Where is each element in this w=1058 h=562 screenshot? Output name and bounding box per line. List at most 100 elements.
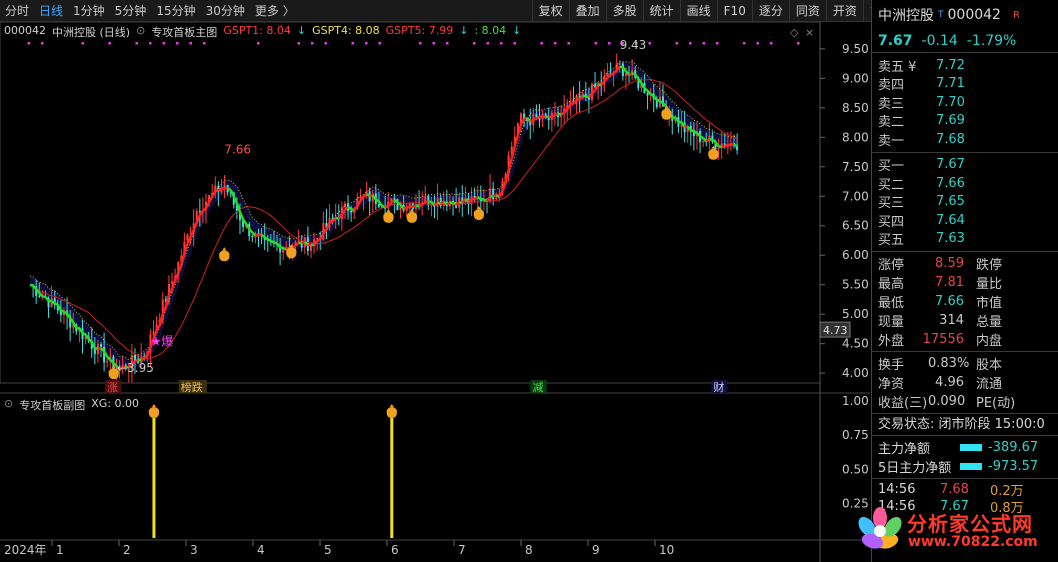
flower-logo-icon	[858, 507, 902, 549]
candle-body	[553, 112, 556, 114]
upper-ma-line	[29, 61, 738, 361]
order-level-label: 买一	[878, 159, 905, 175]
flow-bar	[960, 463, 982, 470]
order-price: 7.67	[936, 157, 965, 173]
stat-row: 外盘 17556 内盘	[872, 330, 1058, 349]
fast-ma-segment	[576, 98, 580, 102]
money-bag-icon	[473, 208, 485, 220]
flow-bar	[960, 444, 982, 451]
x-tick-label: 9	[592, 543, 600, 557]
x-tick-label: 8	[525, 543, 533, 557]
close-icon[interactable]: ×	[805, 26, 814, 39]
toolbar-button[interactable]: F10	[716, 0, 752, 22]
period-tab[interactable]: 分时	[0, 0, 34, 22]
xg-money-bag	[148, 404, 160, 418]
settings-circle-icon[interactable]: ⊙	[136, 24, 145, 40]
fast-ma-segment	[631, 72, 636, 76]
fast-ma-segment	[42, 295, 46, 299]
quote-panel: 中洲控股 T 000042 R 7.67 -0.14 -1.79% 卖五 ¥ 7.…	[871, 0, 1058, 562]
fast-ma-segment	[347, 206, 352, 211]
signal-dot	[446, 42, 449, 45]
candle-body	[535, 113, 538, 118]
period-tab[interactable]: 15分钟	[151, 0, 200, 22]
signal-dot	[149, 42, 152, 45]
period-tab[interactable]: 日线	[34, 0, 68, 22]
sub-indicator-name[interactable]: 专攻首板副图	[19, 397, 85, 413]
order-price: 7.63	[936, 231, 965, 247]
candle-body	[489, 188, 492, 202]
fast-ma-segment	[693, 130, 698, 135]
fast-ma-segment	[455, 201, 460, 205]
stat-value: 4.96	[935, 375, 964, 390]
r-flag: R	[1012, 9, 1020, 21]
stat-key: 最高	[878, 277, 905, 292]
toolbar-button[interactable]: 开资	[825, 0, 863, 22]
fast-ma-segment	[529, 118, 534, 123]
x-tick-label: 4	[257, 543, 265, 557]
ask-book: 卖五 ¥ 7.72 卖四 7.71 卖三 7.70 卖二 7.69 卖一 7.68	[872, 52, 1058, 152]
order-book-row: 卖三 7.70	[872, 93, 1058, 112]
period-tab[interactable]: 更多 〉	[250, 0, 300, 22]
fast-ma-segment	[409, 205, 414, 209]
fast-ma-segment	[365, 193, 371, 197]
chart-annotation: 9.43	[620, 38, 647, 52]
toolbar-button[interactable]: 逐分	[751, 0, 789, 22]
y-tick-label: 9.00	[842, 71, 869, 85]
candle-body	[702, 140, 705, 143]
event-label[interactable]: 减	[533, 381, 544, 394]
event-label[interactable]: 财	[713, 380, 724, 394]
stat-key-2: 股本	[976, 358, 1003, 373]
order-book-row: 买二 7.66	[872, 174, 1058, 193]
toolbar-button[interactable]: 叠加	[568, 0, 606, 22]
arrow-down-icon: ↓	[296, 24, 307, 37]
stock-name: 中洲控股	[878, 8, 934, 24]
fast-ma-segment	[140, 357, 145, 362]
order-book-row: 卖二 7.69	[872, 112, 1058, 130]
stat-row: 现量 314 总量	[872, 311, 1058, 330]
signal-dot	[608, 42, 611, 45]
money-bag-icon	[406, 211, 418, 223]
fast-ma-segment	[307, 243, 312, 247]
fast-ma-segment	[733, 143, 738, 148]
order-level-label: 买四	[878, 214, 905, 230]
signal-dot	[324, 42, 327, 45]
period-tab[interactable]: 1分钟	[68, 0, 110, 22]
fast-ma-segment	[554, 112, 559, 117]
stat-key: 外盘	[878, 334, 905, 349]
signal-dot	[162, 42, 165, 45]
stat-key: 涨停	[878, 258, 905, 273]
toolbar-button[interactable]: 同资	[788, 0, 826, 22]
y-tick-label: 5.00	[842, 307, 869, 321]
fast-ma-segment	[569, 102, 574, 106]
order-price: 7.72	[936, 57, 965, 73]
order-price: 7.64	[936, 212, 965, 228]
fast-ma-segment	[273, 241, 278, 245]
toolbar-button[interactable]: 复权	[531, 0, 569, 22]
order-price: 7.68	[936, 131, 965, 147]
order-price: 7.71	[936, 76, 965, 92]
tick-time: 14:56	[878, 482, 916, 497]
fast-ma-segment	[396, 201, 402, 206]
event-label[interactable]: 涨	[107, 381, 118, 394]
indicator-name[interactable]: 专攻首板主图	[151, 24, 217, 40]
fast-ma-segment	[718, 145, 722, 149]
diamond-icon[interactable]: ◇	[790, 26, 799, 39]
kline-svg[interactable]: 9.50 9.00 8.50 8.00 7.50 7.00 6.50 6.00 5.50 5.00…	[0, 22, 870, 562]
period-tab[interactable]: 30分钟	[201, 0, 250, 22]
fast-ma-segment	[582, 94, 587, 98]
fast-ma-segment	[227, 187, 232, 192]
fast-ma-segment	[214, 189, 219, 193]
toolbar-button[interactable]: 画线	[679, 0, 717, 22]
toolbar-button[interactable]: 统计	[642, 0, 680, 22]
stat-key: 现量	[878, 315, 905, 330]
toolbar-button[interactable]: 多股	[605, 0, 643, 22]
period-tab[interactable]: 5分钟	[110, 0, 152, 22]
price-pct: -1.79%	[966, 33, 1017, 49]
event-label[interactable]: 榜跌	[181, 380, 203, 394]
fast-ma-segment	[649, 93, 655, 98]
stat-value: 7.81	[935, 275, 964, 290]
stat-row: 净资 4.96 流通	[872, 373, 1058, 392]
signal-dot	[189, 42, 192, 45]
fast-ma-segment	[446, 201, 451, 206]
settings-circle-icon[interactable]: ⊙	[4, 397, 13, 413]
